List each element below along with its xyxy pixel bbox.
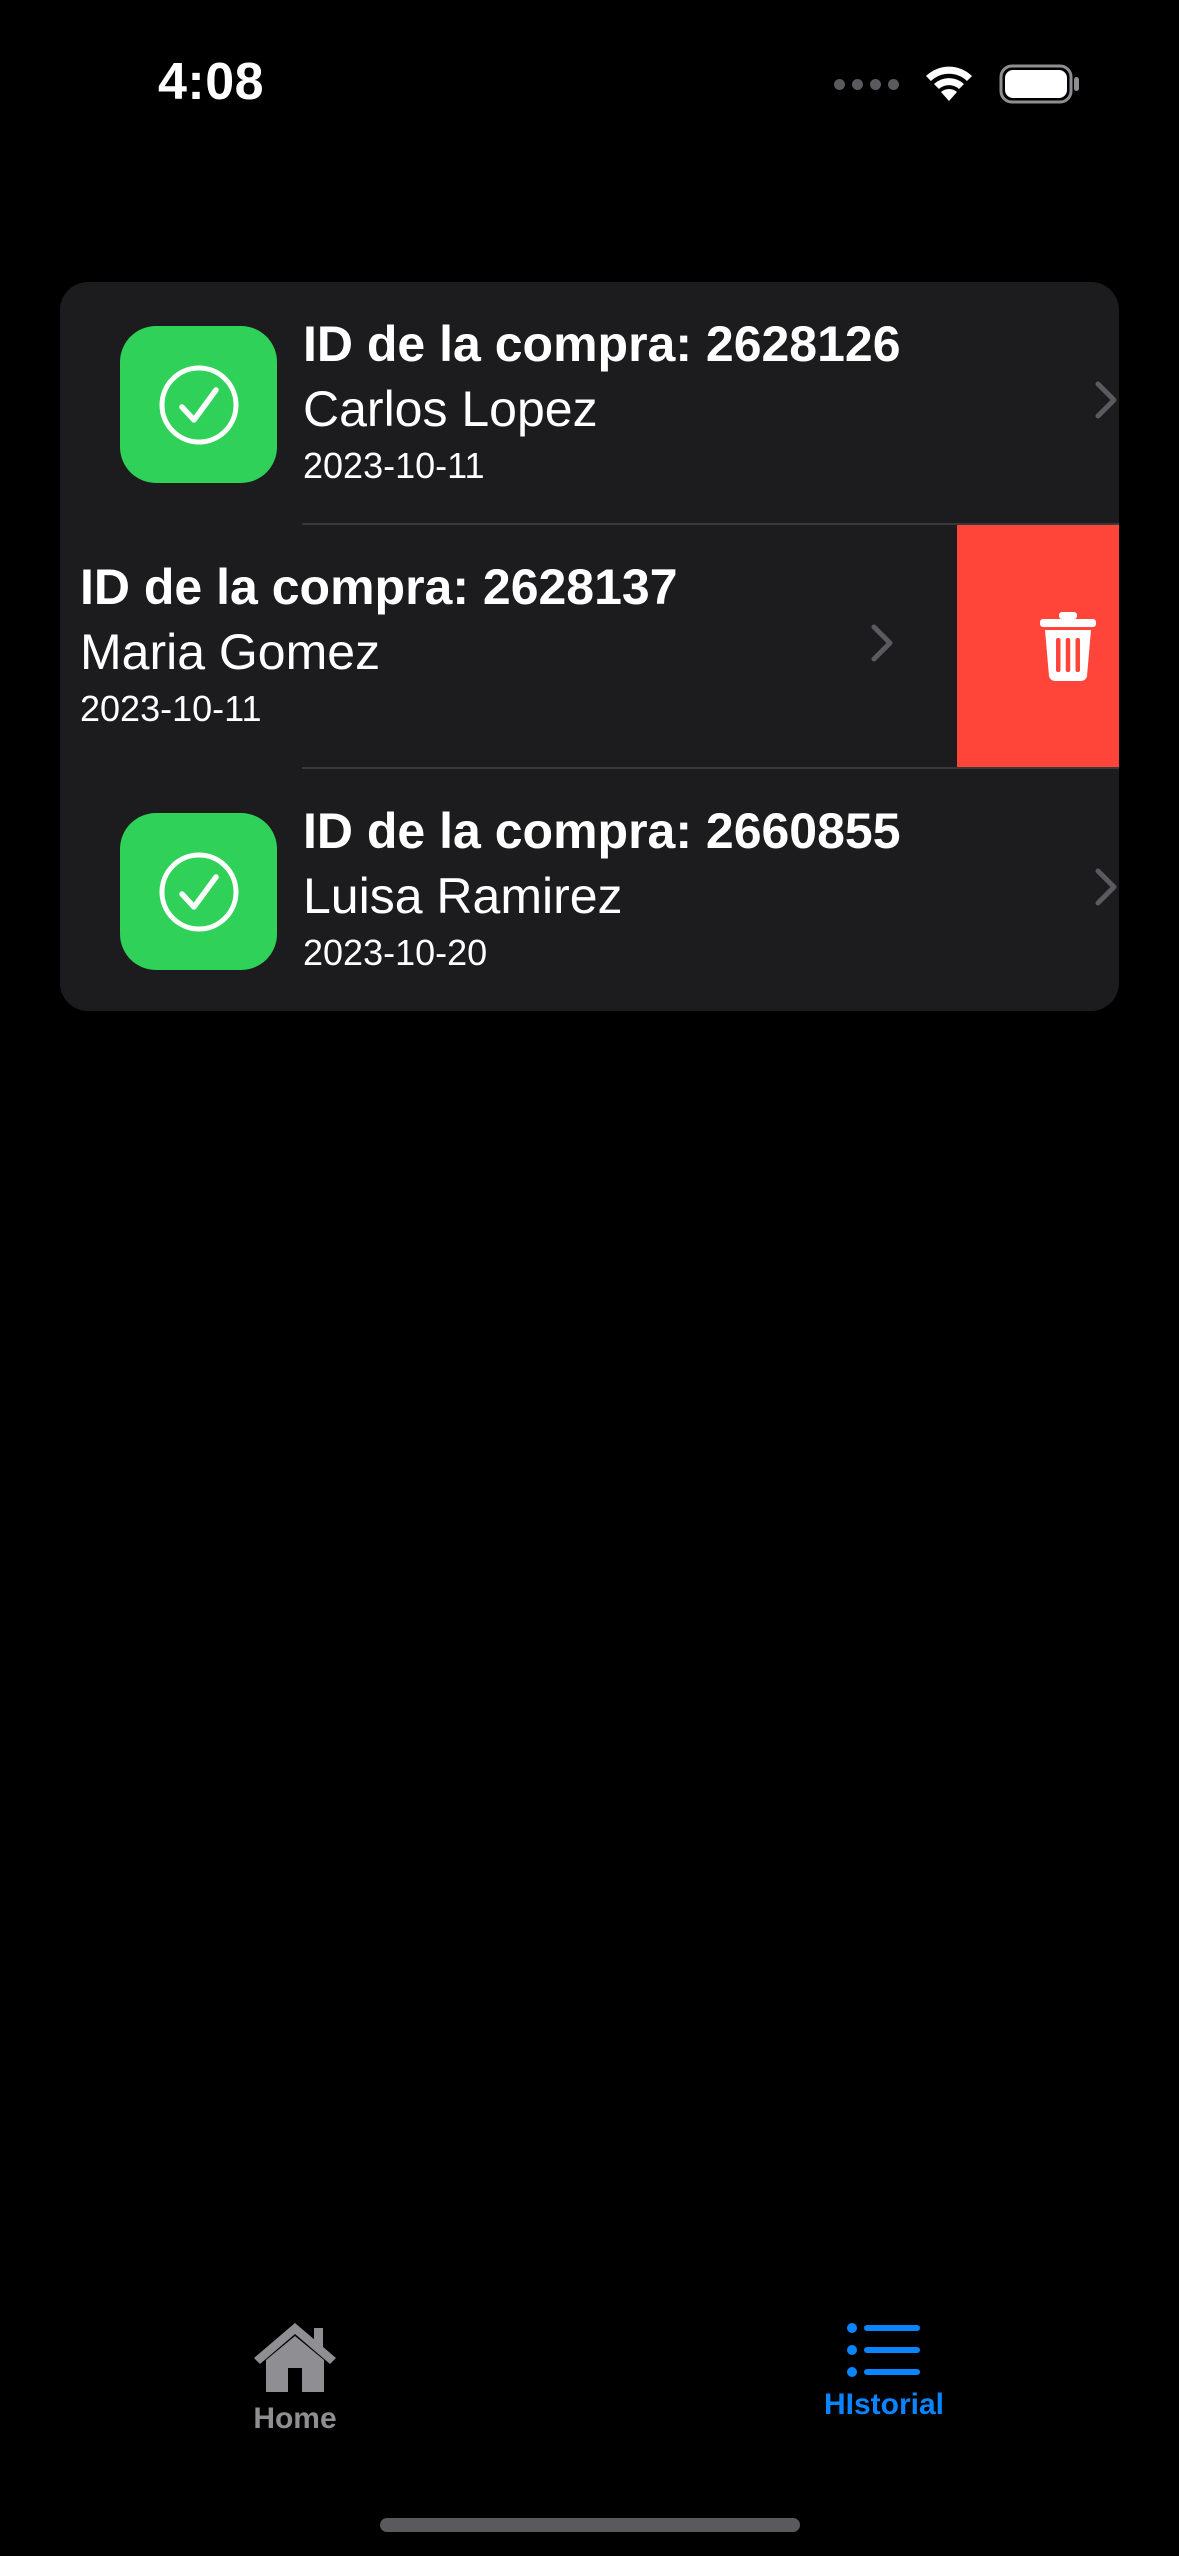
purchase-id: ID de la compra: 2660855 — [303, 803, 901, 859]
tab-historial[interactable]: HIstorial — [734, 2320, 1034, 2422]
status-indicators — [834, 64, 1081, 104]
purchase-row[interactable]: ID de la compra: 2660855 Luisa Ramirez 2… — [60, 769, 1119, 1011]
purchase-id: ID de la compra: 2628137 — [80, 559, 678, 615]
trash-icon — [1040, 612, 1096, 682]
customer-name: Luisa Ramirez — [303, 868, 623, 924]
tab-label: HIstorial — [823, 2388, 945, 2421]
purchase-list: ID de la compra: 2628126 Carlos Lopez 20… — [60, 282, 1119, 1011]
purchase-date: 2023-10-11 — [80, 688, 262, 729]
customer-name: Maria Gomez — [80, 624, 381, 680]
wifi-icon — [926, 66, 972, 101]
chevron-right-icon — [1095, 381, 1117, 419]
cellular-signal-icon — [834, 78, 899, 90]
battery-icon — [999, 64, 1079, 104]
chevron-right-icon — [871, 624, 893, 662]
purchase-text: ID de la compra: 2628126 Carlos Lopez 20… — [303, 312, 901, 490]
checkmark-circle-icon — [120, 813, 277, 970]
list-icon — [847, 2323, 920, 2377]
house-icon — [254, 2323, 336, 2392]
checkmark-circle-icon — [120, 326, 277, 483]
status-time: 4:08 — [158, 53, 265, 111]
chevron-right-icon — [1095, 868, 1117, 906]
tab-label: Home — [253, 2402, 337, 2435]
delete-button[interactable] — [957, 525, 1119, 767]
purchase-date: 2023-10-20 — [303, 932, 488, 973]
purchase-row[interactable]: ID de la compra: 2628126 Carlos Lopez 20… — [60, 282, 1119, 524]
home-indicator — [380, 2518, 800, 2532]
purchase-date: 2023-10-11 — [303, 445, 485, 486]
tab-home[interactable]: Home — [145, 2320, 445, 2436]
purchase-text: ID de la compra: 2628137 Maria Gomez 202… — [80, 555, 678, 733]
purchase-text: ID de la compra: 2660855 Luisa Ramirez 2… — [303, 799, 901, 977]
screen: 4:08 ID de la compra: 2628126 Carlos Lop… — [0, 0, 1179, 2556]
purchase-id: ID de la compra: 2628126 — [303, 316, 901, 372]
purchase-row-swiped[interactable]: ID de la compra: 2628137 Maria Gomez 202… — [60, 525, 1119, 767]
customer-name: Carlos Lopez — [303, 381, 598, 437]
